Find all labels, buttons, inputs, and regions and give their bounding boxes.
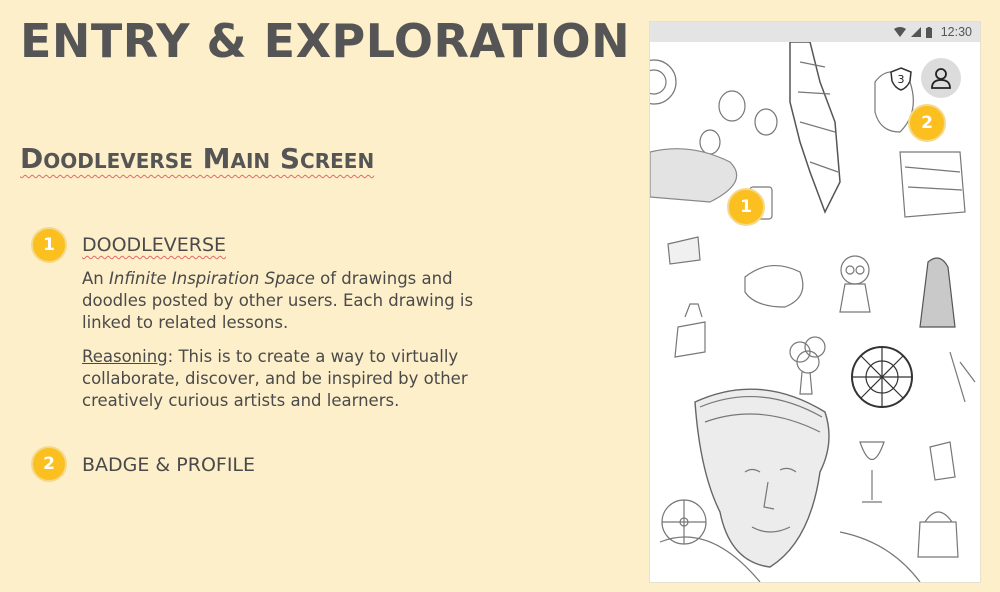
- status-time: 12:30: [940, 25, 972, 39]
- section-number-2: 2: [31, 446, 67, 482]
- cheese-doodle: [667, 236, 701, 265]
- page-title: ENTRY & EXPLORATION: [20, 14, 631, 68]
- shoe-doodle: [650, 148, 738, 203]
- section-heading-doodleverse: DOODLEVERSE: [82, 234, 227, 256]
- section-number-1: 1: [31, 227, 67, 263]
- wifi-icon: [893, 27, 906, 37]
- section-heading-badge-profile: BADGE & PROFILE: [82, 454, 256, 476]
- status-bar: 12:30: [650, 22, 980, 42]
- shield-badge-icon[interactable]: 3: [888, 66, 914, 92]
- annotation-marker-2: 2: [908, 104, 946, 142]
- signal-icon: [910, 27, 921, 37]
- wheel-doodle: [650, 59, 677, 105]
- cake-doodle: [917, 511, 959, 558]
- face-doodle: [718, 90, 746, 122]
- annotation-marker-1: 1: [727, 188, 765, 226]
- dancer-doodle: [949, 351, 976, 403]
- tower-doodle: [789, 41, 841, 214]
- portrait-doodle: [694, 388, 830, 568]
- section-reasoning-doodleverse: Reasoning: This is to create a way to vi…: [82, 347, 468, 410]
- battery-icon: [925, 26, 932, 38]
- glass-doodle: [859, 441, 885, 503]
- badge-count: 3: [898, 73, 905, 86]
- section-description-doodleverse: An Infinite Inspiration Space of drawing…: [82, 269, 474, 332]
- robot-doodle: [674, 303, 706, 358]
- boy-doodle: [840, 255, 870, 285]
- user-profile-icon: [931, 68, 951, 89]
- armchair-doodle: [899, 151, 966, 218]
- profile-button[interactable]: [921, 58, 961, 98]
- phone-mockup: 12:30 3 1 2: [650, 22, 980, 582]
- woman-doodle: [919, 257, 956, 328]
- carton-doodle: [929, 441, 956, 481]
- page-subtitle: Doodleverse Main Screen: [20, 142, 375, 175]
- creature-doodle: [744, 265, 804, 308]
